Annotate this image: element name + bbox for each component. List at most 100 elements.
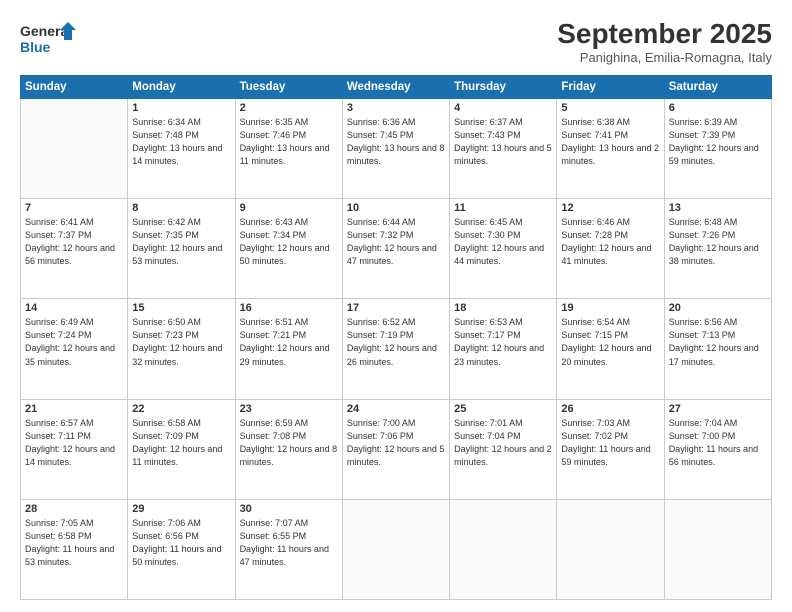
day-number: 18 [454, 302, 552, 314]
month-title: September 2025 [557, 18, 772, 50]
calendar-day [342, 499, 449, 599]
calendar-day: 18 Sunrise: 6:53 AM Sunset: 7:17 PM Dayli… [450, 299, 557, 399]
day-detail: Sunrise: 6:39 AM Sunset: 7:39 PM Dayligh… [669, 116, 767, 168]
day-detail: Sunrise: 7:00 AM Sunset: 7:06 PM Dayligh… [347, 417, 445, 469]
day-number: 16 [240, 302, 338, 314]
day-detail: Sunrise: 6:38 AM Sunset: 7:41 PM Dayligh… [561, 116, 659, 168]
calendar-day: 25 Sunrise: 7:01 AM Sunset: 7:04 PM Dayli… [450, 399, 557, 499]
day-number: 24 [347, 403, 445, 415]
calendar-day: 6 Sunrise: 6:39 AM Sunset: 7:39 PM Daylig… [664, 99, 771, 199]
day-number: 29 [132, 503, 230, 515]
calendar-day: 20 Sunrise: 6:56 AM Sunset: 7:13 PM Dayli… [664, 299, 771, 399]
day-detail: Sunrise: 6:53 AM Sunset: 7:17 PM Dayligh… [454, 316, 552, 368]
calendar-day: 13 Sunrise: 6:48 AM Sunset: 7:26 PM Dayli… [664, 199, 771, 299]
calendar-day: 10 Sunrise: 6:44 AM Sunset: 7:32 PM Dayli… [342, 199, 449, 299]
header-saturday: Saturday [664, 76, 771, 99]
day-detail: Sunrise: 6:34 AM Sunset: 7:48 PM Dayligh… [132, 116, 230, 168]
day-number: 10 [347, 202, 445, 214]
day-number: 25 [454, 403, 552, 415]
header-friday: Friday [557, 76, 664, 99]
calendar-day: 8Sunrise: 6:42 AM Sunset: 7:35 PM Daylig… [128, 199, 235, 299]
day-number: 7 [25, 202, 123, 214]
calendar-week-row: 7 Sunrise: 6:41 AM Sunset: 7:37 PM Daylig… [21, 199, 772, 299]
calendar-day: 11 Sunrise: 6:45 AM Sunset: 7:30 PM Dayli… [450, 199, 557, 299]
calendar-day: 30 Sunrise: 7:07 AM Sunset: 6:55 PM Dayli… [235, 499, 342, 599]
day-number: 21 [25, 403, 123, 415]
day-number: 13 [669, 202, 767, 214]
day-detail: Sunrise: 6:37 AM Sunset: 7:43 PM Dayligh… [454, 116, 552, 168]
day-number: 6 [669, 102, 767, 114]
day-number: 27 [669, 403, 767, 415]
calendar-week-row: 14 Sunrise: 6:49 AM Sunset: 7:24 PM Dayli… [21, 299, 772, 399]
calendar-week-row: 28 Sunrise: 7:05 AM Sunset: 6:58 PM Dayli… [21, 499, 772, 599]
day-detail: Sunrise: 7:07 AM Sunset: 6:55 PM Dayligh… [240, 517, 338, 569]
day-detail: Sunrise: 6:46 AM Sunset: 7:28 PM Dayligh… [561, 216, 659, 268]
calendar-day [21, 99, 128, 199]
day-number: 28 [25, 503, 123, 515]
day-detail: Sunrise: 6:52 AM Sunset: 7:19 PM Dayligh… [347, 316, 445, 368]
day-detail: Sunrise: 6:36 AM Sunset: 7:45 PM Dayligh… [347, 116, 445, 168]
day-number: 4 [454, 102, 552, 114]
day-number: 26 [561, 403, 659, 415]
day-number: 8 [132, 202, 230, 214]
day-number: 1 [132, 102, 230, 114]
calendar-day: 2Sunrise: 6:35 AM Sunset: 7:46 PM Daylig… [235, 99, 342, 199]
header-tuesday: Tuesday [235, 76, 342, 99]
calendar-day [450, 499, 557, 599]
logo-svg: General Blue [20, 18, 80, 60]
day-detail: Sunrise: 6:48 AM Sunset: 7:26 PM Dayligh… [669, 216, 767, 268]
calendar-day: 19 Sunrise: 6:54 AM Sunset: 7:15 PM Dayli… [557, 299, 664, 399]
page-header: General Blue September 2025 Panighina, E… [20, 18, 772, 65]
day-detail: Sunrise: 6:50 AM Sunset: 7:23 PM Dayligh… [132, 316, 230, 368]
calendar-day: 17 Sunrise: 6:52 AM Sunset: 7:19 PM Dayli… [342, 299, 449, 399]
day-detail: Sunrise: 7:06 AM Sunset: 6:56 PM Dayligh… [132, 517, 230, 569]
day-detail: Sunrise: 6:57 AM Sunset: 7:11 PM Dayligh… [25, 417, 123, 469]
day-number: 9 [240, 202, 338, 214]
day-number: 11 [454, 202, 552, 214]
day-number: 22 [132, 403, 230, 415]
calendar-day: 3Sunrise: 6:36 AM Sunset: 7:45 PM Daylig… [342, 99, 449, 199]
day-detail: Sunrise: 6:43 AM Sunset: 7:34 PM Dayligh… [240, 216, 338, 268]
day-number: 23 [240, 403, 338, 415]
calendar-day: 1 Sunrise: 6:34 AM Sunset: 7:48 PM Daylig… [128, 99, 235, 199]
calendar-day: 21 Sunrise: 6:57 AM Sunset: 7:11 PM Dayli… [21, 399, 128, 499]
header-thursday: Thursday [450, 76, 557, 99]
day-number: 12 [561, 202, 659, 214]
day-detail: Sunrise: 6:54 AM Sunset: 7:15 PM Dayligh… [561, 316, 659, 368]
calendar-day: 9 Sunrise: 6:43 AM Sunset: 7:34 PM Daylig… [235, 199, 342, 299]
calendar-header-row: Sunday Monday Tuesday Wednesday Thursday… [21, 76, 772, 99]
day-number: 5 [561, 102, 659, 114]
day-detail: Sunrise: 7:05 AM Sunset: 6:58 PM Dayligh… [25, 517, 123, 569]
day-number: 30 [240, 503, 338, 515]
calendar-day: 12 Sunrise: 6:46 AM Sunset: 7:28 PM Dayli… [557, 199, 664, 299]
day-number: 14 [25, 302, 123, 314]
calendar-day: 22 Sunrise: 6:58 AM Sunset: 7:09 PM Dayli… [128, 399, 235, 499]
calendar-day: 15Sunrise: 6:50 AM Sunset: 7:23 PM Dayli… [128, 299, 235, 399]
calendar-day: 29 Sunrise: 7:06 AM Sunset: 6:56 PM Dayli… [128, 499, 235, 599]
calendar-day: 24 Sunrise: 7:00 AM Sunset: 7:06 PM Dayli… [342, 399, 449, 499]
calendar-day: 28 Sunrise: 7:05 AM Sunset: 6:58 PM Dayli… [21, 499, 128, 599]
calendar-day: 23Sunrise: 6:59 AM Sunset: 7:08 PM Dayli… [235, 399, 342, 499]
day-detail: Sunrise: 6:56 AM Sunset: 7:13 PM Dayligh… [669, 316, 767, 368]
day-detail: Sunrise: 6:35 AM Sunset: 7:46 PM Dayligh… [240, 116, 338, 168]
logo: General Blue [20, 18, 80, 60]
day-detail: Sunrise: 6:41 AM Sunset: 7:37 PM Dayligh… [25, 216, 123, 268]
day-detail: Sunrise: 6:44 AM Sunset: 7:32 PM Dayligh… [347, 216, 445, 268]
day-number: 17 [347, 302, 445, 314]
day-detail: Sunrise: 6:49 AM Sunset: 7:24 PM Dayligh… [25, 316, 123, 368]
subtitle: Panighina, Emilia-Romagna, Italy [557, 50, 772, 65]
calendar-day: 5 Sunrise: 6:38 AM Sunset: 7:41 PM Daylig… [557, 99, 664, 199]
calendar-day: 7 Sunrise: 6:41 AM Sunset: 7:37 PM Daylig… [21, 199, 128, 299]
calendar-day: 26Sunrise: 7:03 AM Sunset: 7:02 PM Dayli… [557, 399, 664, 499]
calendar-day [557, 499, 664, 599]
calendar-day [664, 499, 771, 599]
day-detail: Sunrise: 6:45 AM Sunset: 7:30 PM Dayligh… [454, 216, 552, 268]
calendar-table: Sunday Monday Tuesday Wednesday Thursday… [20, 75, 772, 600]
day-number: 20 [669, 302, 767, 314]
header-wednesday: Wednesday [342, 76, 449, 99]
day-detail: Sunrise: 7:01 AM Sunset: 7:04 PM Dayligh… [454, 417, 552, 469]
calendar-week-row: 1 Sunrise: 6:34 AM Sunset: 7:48 PM Daylig… [21, 99, 772, 199]
day-detail: Sunrise: 7:04 AM Sunset: 7:00 PM Dayligh… [669, 417, 767, 469]
day-number: 19 [561, 302, 659, 314]
day-detail: Sunrise: 6:58 AM Sunset: 7:09 PM Dayligh… [132, 417, 230, 469]
